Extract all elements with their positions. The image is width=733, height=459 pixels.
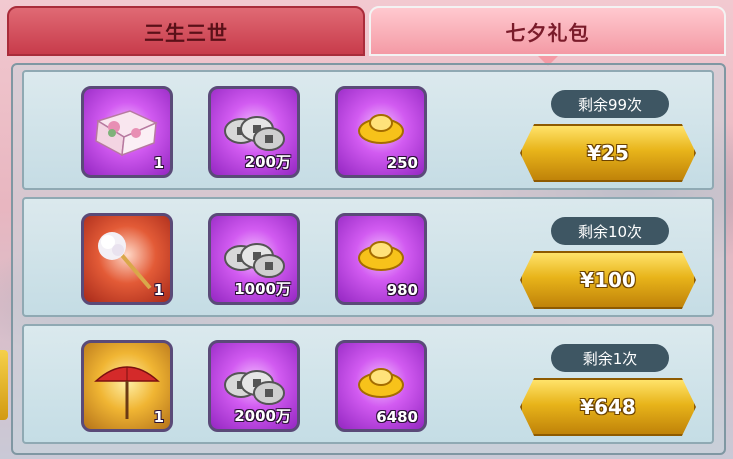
remaining-purchases-badge: 剩余1次: [551, 344, 669, 372]
reward-slot[interactable]: 1000万: [208, 213, 300, 305]
reward-slot[interactable]: 250: [335, 86, 427, 178]
remaining-purchases-badge: 剩余99次: [551, 90, 669, 118]
item-count: 980: [386, 281, 418, 299]
reward-slot[interactable]: 2000万: [208, 340, 300, 432]
side-edge-tab[interactable]: [0, 350, 8, 420]
remaining-purchases-badge: 剩余10次: [551, 217, 669, 245]
buy-price-button[interactable]: ¥25: [520, 124, 696, 182]
item-count: 1: [153, 408, 164, 426]
item-count: 6480: [376, 408, 418, 426]
item-count: 1: [153, 154, 164, 172]
tab-qixi-gift-pack[interactable]: 七夕礼包: [369, 6, 726, 56]
item-count: 250: [386, 154, 418, 172]
tab-sansheng-sanshi[interactable]: 三生三世: [7, 6, 365, 56]
reward-slot[interactable]: 980: [335, 213, 427, 305]
item-count: 1000万: [234, 280, 291, 298]
buy-price-button[interactable]: ¥100: [520, 251, 696, 309]
reward-slot[interactable]: 200万: [208, 86, 300, 178]
item-count: 2000万: [234, 407, 291, 425]
tab-label: 三生三世: [144, 20, 228, 45]
buy-price-button[interactable]: ¥648: [520, 378, 696, 436]
reward-slot[interactable]: 1: [81, 86, 173, 178]
tab-label: 七夕礼包: [505, 20, 590, 45]
reward-slot[interactable]: 6480: [335, 340, 427, 432]
item-count: 1: [153, 281, 164, 299]
reward-slot[interactable]: 1: [81, 340, 173, 432]
item-count: 200万: [244, 153, 291, 171]
reward-slot[interactable]: 1: [81, 213, 173, 305]
